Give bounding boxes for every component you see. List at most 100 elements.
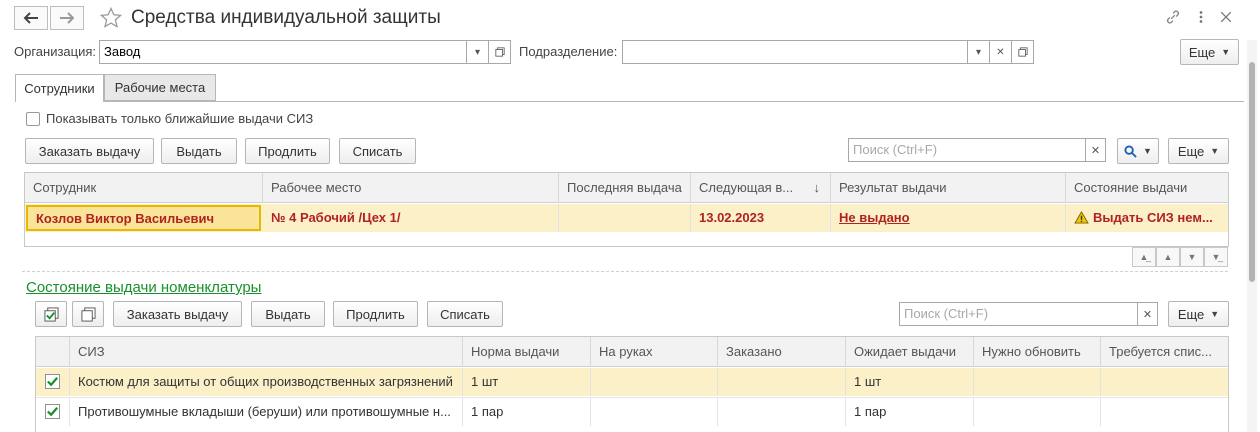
uncheck-all-icon (80, 306, 96, 322)
cell-on-hand[interactable] (591, 368, 718, 396)
col-ordered[interactable]: Заказано (718, 337, 846, 367)
cell-awaiting[interactable]: 1 пар (846, 398, 974, 426)
arrow-down-icon: ▼ (1187, 252, 1197, 262)
scroll-down-button[interactable]: ▼ (1180, 247, 1204, 267)
cell-need-update[interactable] (974, 368, 1101, 396)
cell-awaiting[interactable]: 1 шт (846, 368, 974, 396)
write-off-button[interactable]: Списать (339, 138, 416, 164)
table-row[interactable]: Противошумные вкладыши (беруши) или прот… (36, 397, 1228, 426)
employees-more-button[interactable]: Еще ▼ (1168, 138, 1229, 164)
employees-search-input[interactable]: Поиск (Ctrl+F) (848, 138, 1086, 162)
check-all-button[interactable] (35, 301, 67, 327)
page-title: Средства индивидуальной защиты (131, 7, 441, 28)
cell-issue-state[interactable]: Выдать СИЗ нем... (1066, 204, 1228, 232)
table-row[interactable]: Костюм для защиты от общих производствен… (36, 368, 1228, 396)
cell-siz[interactable]: Противошумные вкладыши (беруши) или прот… (70, 398, 463, 426)
col-siz[interactable]: СИЗ (70, 337, 463, 367)
chevron-down-icon: ▾ (474, 46, 481, 58)
nomenclature-more-button[interactable]: Еще ▼ (1168, 301, 1229, 327)
star-icon[interactable] (99, 6, 123, 30)
nom-write-off-button[interactable]: Списать (427, 301, 503, 327)
col-norm[interactable]: Норма выдачи (463, 337, 591, 367)
employees-search-button[interactable]: ▼ (1117, 138, 1159, 164)
close-icon[interactable] (1216, 7, 1236, 27)
show-nearest-label: Показывать только ближайшие выдачи СИЗ (46, 111, 314, 126)
nomenclature-table-header: СИЗ Норма выдачи На руках Заказано Ожида… (36, 337, 1228, 367)
forward-button[interactable] (50, 6, 84, 30)
kebab-menu-icon[interactable] (1191, 7, 1211, 27)
clear-icon: ✕ (996, 46, 1005, 58)
cell-siz[interactable]: Костюм для защиты от общих производствен… (70, 368, 463, 396)
subdivision-clear-button[interactable]: ✕ (990, 40, 1012, 64)
col-write-off-required[interactable]: Требуется спис... (1101, 337, 1228, 367)
arrow-right-icon (60, 12, 75, 24)
organization-dropdown-button[interactable]: ▾ (467, 40, 489, 64)
subdivision-label: Подразделение: (519, 44, 618, 59)
cell-issue-result-link[interactable]: Не выдано (831, 204, 1066, 232)
tab-employees[interactable]: Сотрудники (15, 74, 104, 102)
col-issue-state[interactable]: Состояние выдачи (1066, 173, 1228, 203)
cell-on-hand[interactable] (591, 398, 718, 426)
row-checkbox[interactable] (36, 368, 70, 396)
clear-icon: ✕ (1142, 308, 1153, 321)
col-next-issue[interactable]: Следующая в... ↓ (691, 173, 831, 203)
cell-workplace[interactable]: № 4 Рабочий /Цех 1/ (263, 204, 559, 232)
uncheck-all-button[interactable] (72, 301, 104, 327)
cell-last-issue[interactable] (559, 204, 691, 232)
organization-open-button[interactable] (489, 40, 511, 64)
header-more-button[interactable]: Еще ▼ (1180, 39, 1239, 65)
search-icon (1124, 144, 1137, 158)
cell-norm[interactable]: 1 шт (463, 368, 591, 396)
col-workplace[interactable]: Рабочее место (263, 173, 559, 203)
chevron-down-icon: ▼ (1210, 309, 1220, 319)
subdivision-field[interactable] (622, 40, 968, 64)
tab-divider (104, 101, 1244, 102)
clear-icon: ✕ (1090, 144, 1101, 157)
order-issue-button[interactable]: Заказать выдачу (25, 138, 154, 164)
organization-field[interactable]: Завод (99, 40, 467, 64)
back-button[interactable] (14, 6, 48, 30)
col-last-issue[interactable]: Последняя выдача (559, 173, 691, 203)
col-issue-result[interactable]: Результат выдачи (831, 173, 1066, 203)
cell-write-off-required[interactable] (1101, 368, 1228, 396)
cell-write-off-required[interactable] (1101, 398, 1228, 426)
nom-extend-button[interactable]: Продлить (333, 301, 418, 327)
tab-workplaces[interactable]: Рабочие места (104, 74, 216, 101)
show-nearest-checkbox[interactable] (26, 112, 40, 126)
cell-ordered[interactable] (718, 368, 846, 396)
cell-next-issue[interactable]: 13.02.2023 (691, 204, 831, 232)
scroll-first-button[interactable]: ▲̲ (1132, 247, 1156, 267)
table-row[interactable]: Козлов Виктор Васильевич № 4 Рабочий /Це… (25, 204, 1228, 232)
organization-label: Организация: (14, 44, 97, 59)
cell-ordered[interactable] (718, 398, 846, 426)
nom-issue-button[interactable]: Выдать (251, 301, 325, 327)
page-scrollbar-thumb[interactable] (1249, 62, 1255, 282)
nomenclature-search-input[interactable]: Поиск (Ctrl+F) (899, 302, 1138, 326)
issue-button[interactable]: Выдать (161, 138, 237, 164)
subdivision-open-button[interactable] (1012, 40, 1034, 64)
cell-norm[interactable]: 1 пар (463, 398, 591, 426)
nomenclature-table: СИЗ Норма выдачи На руках Заказано Ожида… (35, 336, 1229, 432)
chevron-down-icon: ▼ (1143, 146, 1152, 156)
col-employee[interactable]: Сотрудник (25, 173, 263, 203)
scroll-up-button[interactable]: ▲ (1156, 247, 1180, 267)
nom-order-issue-button[interactable]: Заказать выдачу (113, 301, 242, 327)
col-awaiting[interactable]: Ожидает выдачи (846, 337, 974, 367)
chevron-down-icon: ▼ (1210, 146, 1220, 156)
arrow-last-icon: ▼̲ (1211, 252, 1221, 262)
scroll-last-button[interactable]: ▼̲ (1204, 247, 1228, 267)
link-icon[interactable] (1163, 7, 1183, 27)
nomenclature-search-clear-button[interactable]: ✕ (1138, 302, 1158, 326)
nomenclature-section-title[interactable]: Состояние выдачи номенклатуры (26, 278, 261, 298)
section-divider (22, 271, 1228, 272)
row-checkbox[interactable] (36, 398, 70, 426)
col-on-hand[interactable]: На руках (591, 337, 718, 367)
cell-need-update[interactable] (974, 398, 1101, 426)
subdivision-dropdown-button[interactable]: ▾ (968, 40, 990, 64)
extend-button[interactable]: Продлить (245, 138, 330, 164)
arrow-up-icon: ▲ (1163, 252, 1173, 262)
col-need-update[interactable]: Нужно обновить (974, 337, 1101, 367)
warning-icon (1074, 211, 1089, 224)
employees-search-clear-button[interactable]: ✕ (1086, 138, 1106, 162)
cell-employee[interactable]: Козлов Виктор Васильевич (26, 205, 261, 231)
